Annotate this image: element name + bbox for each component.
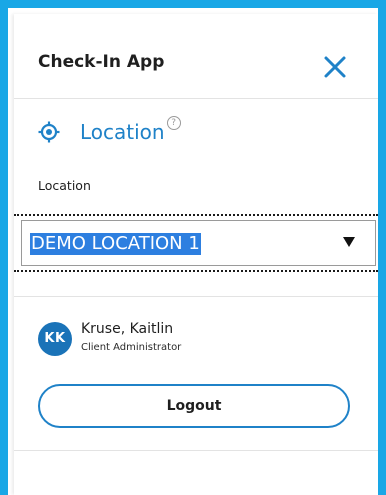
location-heading: Location	[80, 120, 165, 144]
logout-button[interactable]: Logout	[38, 384, 350, 428]
location-section-header: Location ?	[38, 114, 181, 150]
dropdown-arrow-icon	[343, 237, 355, 247]
app-title: Check-In App	[38, 52, 165, 72]
target-icon	[38, 121, 60, 143]
focus-outline-bottom	[14, 270, 378, 272]
user-role: Client Administrator	[81, 342, 182, 353]
user-name: Kruse, Kaitlin	[81, 321, 174, 337]
close-icon	[324, 56, 346, 78]
location-select-value: DEMO LOCATION 1	[30, 233, 201, 255]
close-button[interactable]	[320, 52, 350, 82]
focus-outline-top	[14, 214, 378, 216]
header-divider	[14, 98, 378, 99]
help-icon[interactable]: ?	[166, 116, 181, 130]
location-field-label: Location	[38, 178, 91, 193]
section-divider	[14, 296, 378, 297]
avatar: KK	[38, 322, 72, 356]
footer-divider	[14, 450, 378, 451]
location-select[interactable]: DEMO LOCATION 1	[21, 220, 376, 266]
